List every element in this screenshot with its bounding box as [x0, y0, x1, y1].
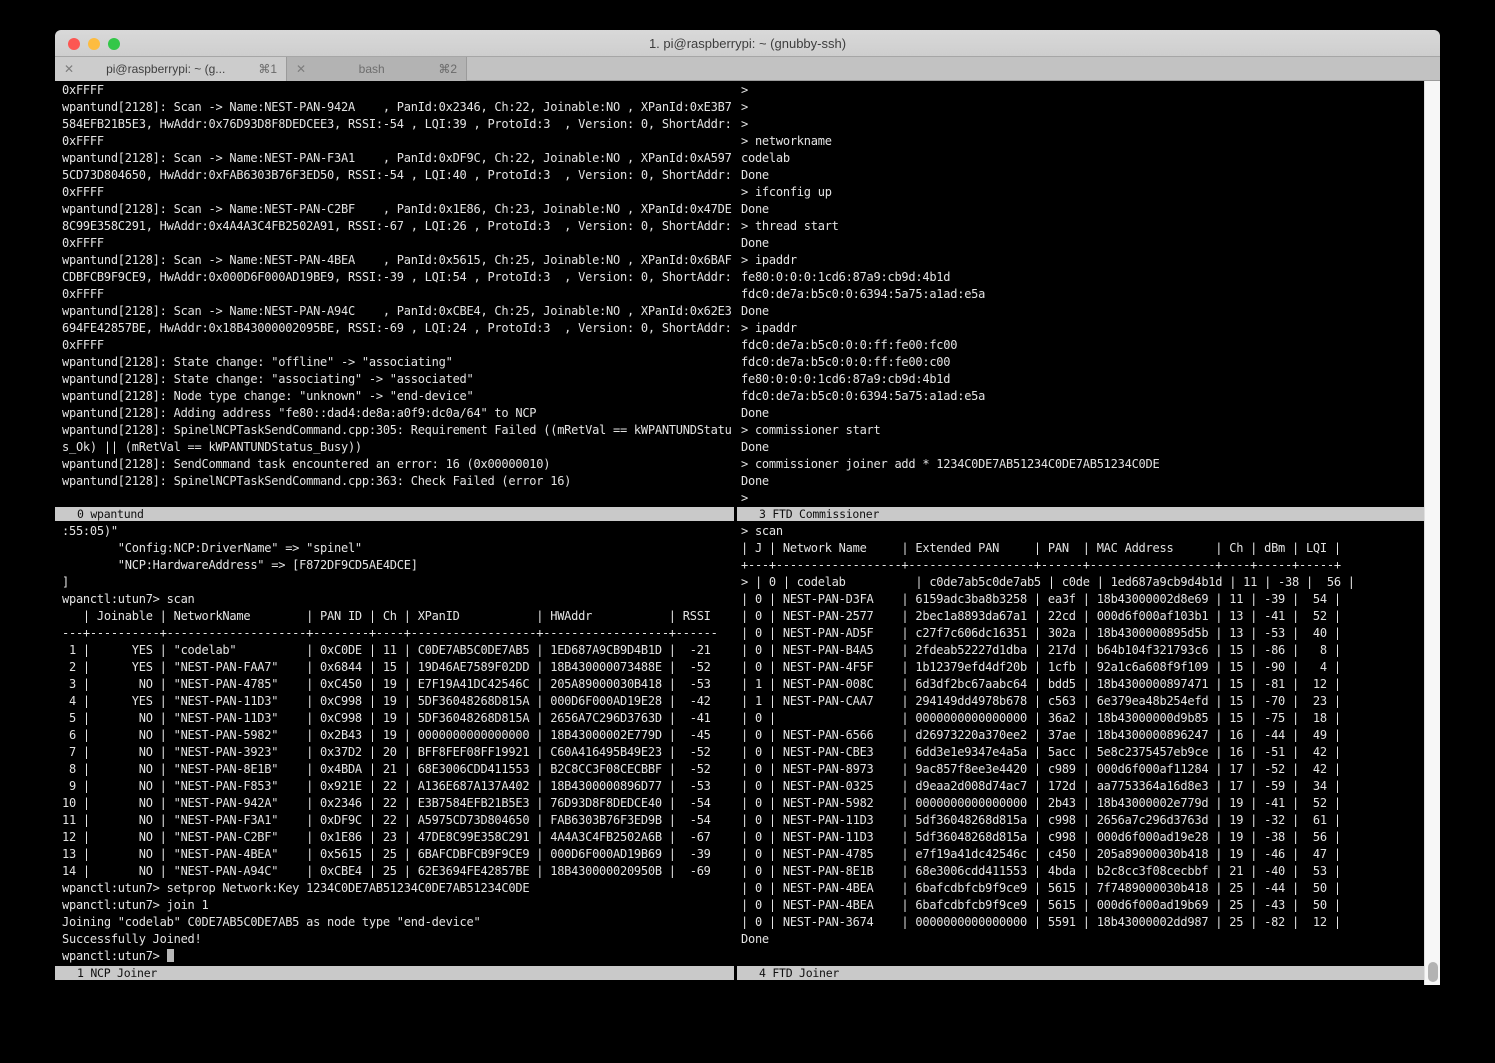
pane-caption-ftd-commissioner: 3 FTD Commissioner	[737, 507, 1424, 521]
pane-wpantund[interactable]: 0xFFFF wpantund[2128]: Scan -> Name:NEST…	[55, 81, 734, 507]
ncp-joiner-prompt-line: wpanctl:utun7>	[55, 948, 734, 965]
window-title: 1. pi@raspberrypi: ~ (gnubby-ssh)	[55, 36, 1440, 51]
tab-shortcut-badge: ⌘2	[438, 62, 457, 76]
wpanctl-prompt: wpanctl:utun7>	[62, 949, 167, 963]
screen-session: 0xFFFF wpantund[2128]: Scan -> Name:NEST…	[55, 81, 1440, 985]
pane-ftd-joiner[interactable]: > scan | J | Network Name | Extended PAN…	[737, 521, 1424, 966]
tab-label: pi@raspberrypi: ~ (g...	[81, 62, 250, 76]
traffic-lights	[68, 30, 120, 57]
pane-caption-ncp-joiner: 1 NCP Joiner	[55, 966, 734, 980]
scrollbar-thumb[interactable]	[1428, 962, 1438, 982]
tab-bar-empty-space	[467, 57, 1440, 80]
window-titlebar[interactable]: 1. pi@raspberrypi: ~ (gnubby-ssh)	[55, 30, 1440, 57]
pane-caption-wpantund: 0 wpantund	[55, 507, 734, 521]
tab-close-icon[interactable]: ✕	[296, 62, 306, 76]
desktop-background: 1. pi@raspberrypi: ~ (gnubby-ssh) ✕ pi@r…	[0, 0, 1495, 1063]
pane-ncp-joiner[interactable]: :55:05)" "Config:NCP:DriverName" => "spi…	[55, 521, 734, 966]
tab-close-icon[interactable]: ✕	[64, 62, 74, 76]
ncp-joiner-output: :55:05)" "Config:NCP:DriverName" => "spi…	[55, 521, 734, 948]
minimize-window-button[interactable]	[88, 38, 100, 50]
wpantund-log-output: 0xFFFF wpantund[2128]: Scan -> Name:NEST…	[55, 81, 734, 490]
scrollbar-track[interactable]	[1424, 81, 1440, 985]
pane-caption-ftd-joiner: 4 FTD Joiner	[737, 966, 1424, 980]
zoom-window-button[interactable]	[108, 38, 120, 50]
terminal-window: 1. pi@raspberrypi: ~ (gnubby-ssh) ✕ pi@r…	[55, 30, 1440, 985]
right-column: > > > > networkname codelab Done > ifcon…	[737, 81, 1424, 985]
ftd-commissioner-output: > > > > networkname codelab Done > ifcon…	[737, 81, 1424, 507]
left-column: 0xFFFF wpantund[2128]: Scan -> Name:NEST…	[55, 81, 734, 985]
ftd-joiner-output: > scan | J | Network Name | Extended PAN…	[737, 521, 1424, 948]
tab-ssh-session[interactable]: ✕ pi@raspberrypi: ~ (g... ⌘1	[55, 57, 287, 81]
pane-ftd-commissioner[interactable]: > > > > networkname codelab Done > ifcon…	[737, 81, 1424, 507]
tab-shortcut-badge: ⌘1	[258, 62, 277, 76]
tab-bar: ✕ pi@raspberrypi: ~ (g... ⌘1 ✕ bash ⌘2	[55, 57, 1440, 81]
close-window-button[interactable]	[68, 38, 80, 50]
tab-label: bash	[313, 62, 430, 76]
tab-bash[interactable]: ✕ bash ⌘2	[287, 57, 467, 81]
terminal-cursor	[167, 949, 174, 962]
